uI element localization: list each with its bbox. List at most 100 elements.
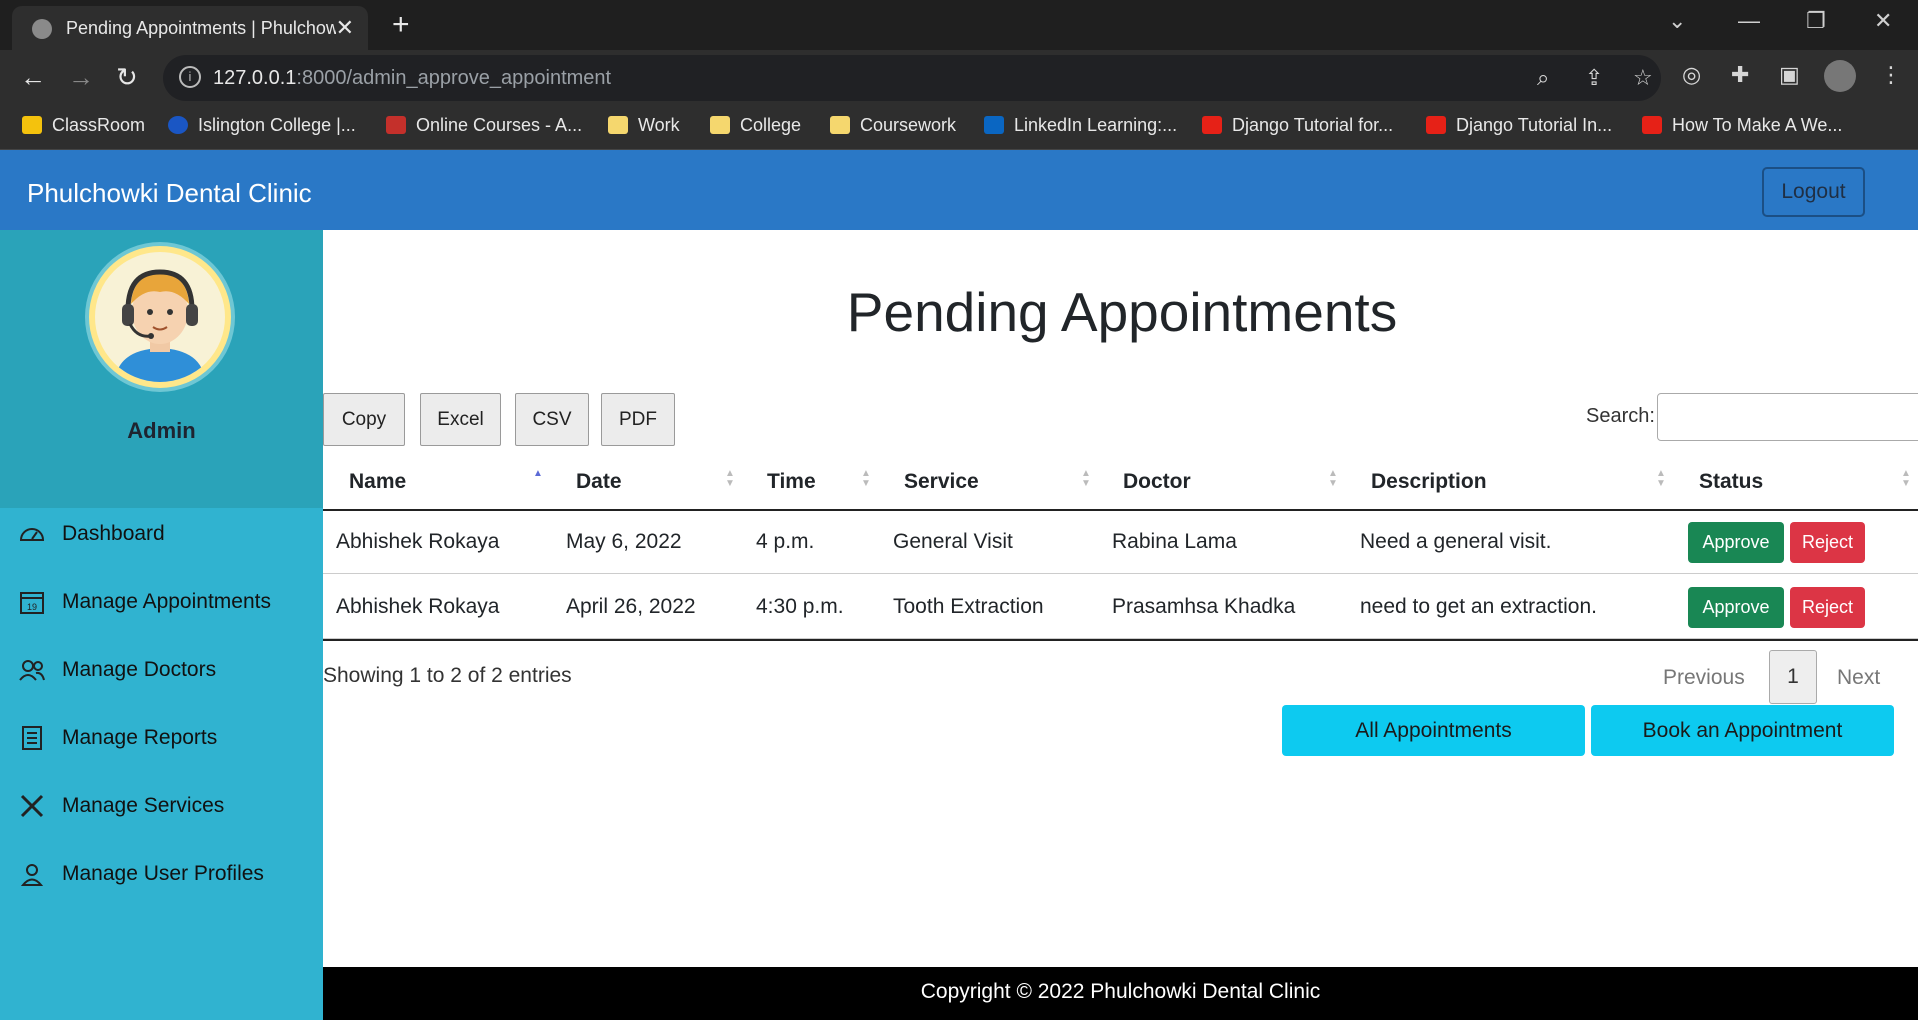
- minimize-icon[interactable]: —: [1738, 8, 1760, 34]
- zoom-icon[interactable]: ⌕: [1537, 65, 1549, 91]
- column-header-date[interactable]: Date: [576, 470, 622, 494]
- sidebar-profile: Admin: [0, 230, 323, 508]
- calendar-icon: 19: [20, 592, 44, 614]
- sort-icon: ▲ ▼: [725, 468, 735, 489]
- bookmark-django-2[interactable]: Django Tutorial In...: [1426, 115, 1612, 136]
- reject-button[interactable]: Reject: [1790, 587, 1865, 628]
- globe-icon: [32, 19, 52, 39]
- main-content: Pending Appointments Copy Excel CSV PDF …: [323, 230, 1918, 968]
- new-tab-icon[interactable]: +: [392, 8, 410, 42]
- column-header-service[interactable]: Service: [904, 470, 979, 494]
- extension-icon[interactable]: ◎: [1682, 62, 1701, 88]
- sidebar-item-label: Manage Appointments: [62, 590, 271, 613]
- bookmark-college[interactable]: College: [710, 115, 801, 136]
- youtube-icon: [1426, 116, 1446, 134]
- close-window-icon[interactable]: ✕: [1874, 8, 1892, 34]
- csv-button[interactable]: CSV: [515, 393, 589, 446]
- column-header-description[interactable]: Description: [1371, 470, 1487, 494]
- table-info: Showing 1 to 2 of 2 entries: [323, 664, 572, 687]
- cell-date: May 6, 2022: [566, 530, 682, 553]
- search-label: Search:: [1586, 405, 1655, 427]
- sort-asc-icon: ▲: [533, 468, 543, 479]
- close-tab-icon[interactable]: ✕: [336, 15, 354, 41]
- youtube-icon: [1202, 116, 1222, 134]
- cell-doctor: Rabina Lama: [1112, 530, 1237, 553]
- all-appointments-button[interactable]: All Appointments: [1282, 705, 1585, 756]
- top-navbar: Phulchowki Dental Clinic Logout: [0, 150, 1918, 230]
- footer: Copyright © 2022 Phulchowki Dental Clini…: [323, 967, 1918, 1020]
- back-icon[interactable]: ←: [20, 62, 46, 93]
- browser-menu-icon[interactable]: ⋮: [1880, 62, 1902, 88]
- sort-icon: ▲ ▼: [861, 468, 871, 489]
- bookmark-linkedin[interactable]: LinkedIn Learning:...: [984, 115, 1177, 136]
- excel-button[interactable]: Excel: [420, 393, 501, 446]
- search-input[interactable]: [1657, 393, 1918, 441]
- sort-icon: ▲ ▼: [1656, 468, 1666, 489]
- table-bottom-border: [323, 639, 1918, 641]
- tab-title: Pending Appointments | Phulchowki Dental…: [66, 18, 336, 38]
- bookmark-classroom[interactable]: ClassRoom: [22, 115, 145, 136]
- bookmark-islington[interactable]: Islington College |...: [168, 115, 356, 136]
- bookmark-star-icon[interactable]: ☆: [1633, 65, 1653, 91]
- bookmark-coursework[interactable]: Coursework: [830, 115, 956, 136]
- column-header-name[interactable]: Name: [349, 470, 406, 494]
- tab-search-icon[interactable]: ⌄: [1668, 8, 1686, 34]
- column-header-doctor[interactable]: Doctor: [1123, 470, 1191, 494]
- side-panel-icon[interactable]: ▣: [1779, 62, 1800, 88]
- dashboard-icon: [19, 528, 45, 541]
- pdf-button[interactable]: PDF: [601, 393, 675, 446]
- sidebar: Admin Dashboard 19 Manage Appointments M…: [0, 230, 323, 1020]
- reject-button[interactable]: Reject: [1790, 522, 1865, 563]
- brand-link[interactable]: Phulchowki Dental Clinic: [27, 178, 312, 209]
- browser-toolbar: ← → ↻ i 127.0.0.1:8000/admin_approve_app…: [0, 50, 1918, 106]
- sidebar-item-label: Manage Services: [62, 794, 225, 817]
- extensions-puzzle-icon[interactable]: ✚: [1731, 62, 1749, 88]
- user-icon: [20, 864, 44, 886]
- next-page-button[interactable]: Next: [1837, 666, 1880, 690]
- linkedin-icon: [984, 116, 1004, 134]
- classroom-icon: [22, 116, 42, 134]
- approve-button[interactable]: Approve: [1688, 587, 1784, 628]
- bookmark-how-to[interactable]: How To Make A We...: [1642, 115, 1842, 136]
- folder-icon: [608, 116, 628, 134]
- sort-icon: ▲ ▼: [1081, 468, 1091, 489]
- address-bar[interactable]: i 127.0.0.1:8000/admin_approve_appointme…: [163, 55, 1661, 101]
- sidebar-item-label: Manage Doctors: [62, 658, 217, 681]
- approve-button[interactable]: Approve: [1688, 522, 1784, 563]
- cell-description: Need a general visit.: [1360, 530, 1552, 553]
- site-info-icon[interactable]: i: [179, 66, 201, 88]
- profile-avatar[interactable]: [1824, 60, 1856, 92]
- previous-page-button[interactable]: Previous: [1663, 666, 1745, 690]
- avatar: [89, 246, 231, 388]
- book-appointment-button[interactable]: Book an Appointment: [1591, 705, 1894, 756]
- table-row: Abhishek Rokaya April 26, 2022 4:30 p.m.…: [323, 576, 1918, 639]
- table-header: Name ▲ Date ▲ ▼ Time ▲ ▼ Service ▲ ▼ Doctor…: [323, 455, 1918, 511]
- cell-doctor: Prasamhsa Khadka: [1112, 595, 1296, 618]
- cell-name: Abhishek Rokaya: [336, 595, 500, 618]
- cell-date: April 26, 2022: [566, 595, 696, 618]
- share-icon[interactable]: ⇪: [1585, 65, 1603, 91]
- restore-icon[interactable]: ❐: [1806, 8, 1826, 34]
- islington-icon: [168, 116, 188, 134]
- users-icon: [19, 660, 45, 681]
- folder-icon: [710, 116, 730, 134]
- sidebar-item-label: Manage User Profiles: [62, 862, 264, 885]
- cell-time: 4:30 p.m.: [756, 595, 844, 618]
- cell-description: need to get an extraction.: [1360, 595, 1597, 618]
- logout-button[interactable]: Logout: [1762, 167, 1865, 217]
- forward-icon[interactable]: →: [68, 62, 94, 93]
- page-title: Pending Appointments: [846, 281, 1398, 343]
- bookmark-work[interactable]: Work: [608, 115, 680, 136]
- url-text[interactable]: 127.0.0.1:8000/admin_approve_appointment: [213, 67, 611, 90]
- copy-button[interactable]: Copy: [323, 393, 405, 446]
- youtube-icon: [1642, 116, 1662, 134]
- column-header-time[interactable]: Time: [767, 470, 816, 494]
- user-name: Admin: [127, 418, 196, 443]
- bookmark-django-1[interactable]: Django Tutorial for...: [1202, 115, 1393, 136]
- bookmark-online-courses[interactable]: Online Courses - A...: [386, 115, 582, 136]
- column-header-status[interactable]: Status: [1699, 470, 1763, 494]
- sort-icon: ▲ ▼: [1901, 468, 1911, 489]
- reload-icon[interactable]: ↻: [116, 62, 138, 93]
- page-1-button[interactable]: 1: [1769, 650, 1817, 704]
- browser-tab[interactable]: Pending Appointments | Phulchowki Dental…: [12, 6, 368, 50]
